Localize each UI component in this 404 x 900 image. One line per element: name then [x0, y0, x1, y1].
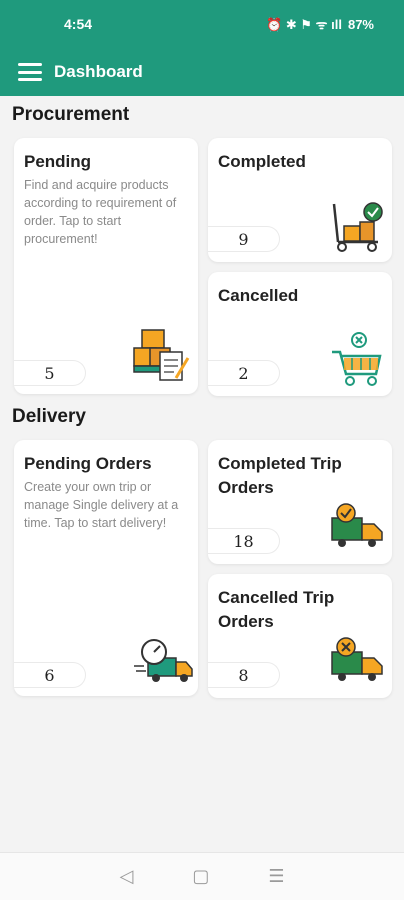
truck-cancel-icon [331, 637, 383, 681]
back-icon[interactable]: ◁ [120, 866, 134, 887]
card-title: Pending [24, 152, 92, 171]
system-nav-bar: ◁ ▢ ☰ [0, 852, 404, 900]
count-badge: 2 [208, 360, 280, 386]
procurement-pending-card[interactable]: Pending Find and acquire products accord… [14, 138, 198, 394]
delivery-cancelled-card[interactable]: Cancelled Trip Orders 8 [208, 574, 392, 698]
truck-check-icon [331, 503, 383, 547]
card-title: Completed [218, 152, 306, 171]
card-title: Pending Orders [24, 454, 152, 473]
section-title-delivery: Delivery [12, 406, 86, 427]
card-description: Create your own trip or manage Single de… [24, 480, 179, 530]
card-title: Completed Trip Orders [218, 454, 342, 497]
hand-trolley-check-icon [332, 202, 383, 252]
menu-icon[interactable] [18, 63, 42, 81]
recents-icon[interactable]: ☰ [268, 866, 284, 887]
procurement-cancelled-card[interactable]: Cancelled 2 [208, 272, 392, 396]
section-title-procurement: Procurement [12, 104, 130, 125]
card-title: Cancelled Trip Orders [218, 588, 335, 631]
delivery-pending-card[interactable]: Pending Orders Create your own trip or m… [14, 440, 198, 696]
status-icons: ⏰ ✱ ⚑ ᯤ ıll 87% [266, 15, 374, 33]
page-title: Dashboard [54, 62, 143, 81]
battery-level: 87% [347, 16, 374, 32]
app-bar: Dashboard [0, 48, 404, 96]
count-badge: 6 [14, 662, 86, 688]
shopping-cart-cancel-icon [332, 332, 382, 386]
card-title: Cancelled [218, 286, 299, 305]
home-icon[interactable]: ▢ [192, 866, 209, 887]
boxes-clipboard-icon [133, 329, 190, 381]
speedometer-truck-icon [134, 639, 193, 682]
status-indicators: ⏰ ✱ ⚑ ᯤ ıll [266, 17, 342, 32]
count-badge: 8 [208, 662, 280, 688]
delivery-completed-card[interactable]: Completed Trip Orders 18 [208, 440, 392, 564]
card-description: Find and acquire products according to r… [24, 178, 177, 246]
status-bar: 4:54 ⏰ ✱ ⚑ ᯤ ıll 87% [0, 0, 404, 48]
count-badge: 5 [14, 360, 86, 386]
count-badge: 9 [208, 226, 280, 252]
procurement-completed-card[interactable]: Completed 9 [208, 138, 392, 262]
status-time: 4:54 [64, 16, 93, 32]
count-badge: 18 [208, 528, 280, 554]
